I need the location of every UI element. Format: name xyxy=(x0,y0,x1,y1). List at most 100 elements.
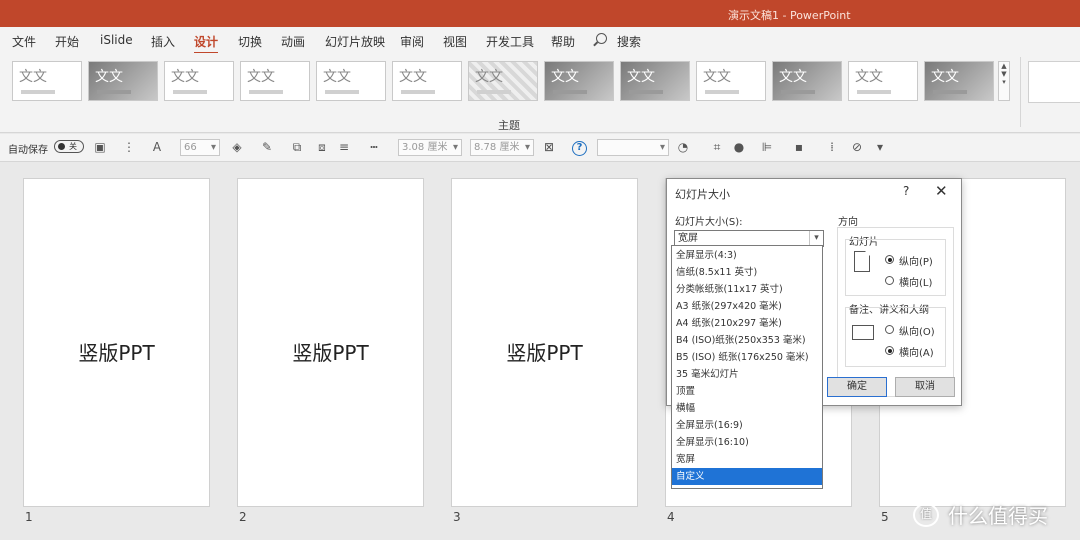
tab-developer[interactable]: 开发工具 xyxy=(486,33,534,50)
pen-icon[interactable]: ✎ xyxy=(260,140,274,154)
tab-review[interactable]: 审阅 xyxy=(400,33,424,50)
crop-size-icon[interactable]: ⊠ xyxy=(542,140,556,154)
dash-icon[interactable]: ┅ xyxy=(367,140,381,154)
align-icon[interactable]: ⊫ xyxy=(760,140,774,154)
effects-icon[interactable]: ● xyxy=(732,140,746,154)
dropdown-option[interactable]: 顶置 xyxy=(672,383,822,400)
notes-landscape-radio[interactable] xyxy=(885,346,894,355)
theme-thumbnail[interactable]: 文文 xyxy=(772,61,842,101)
width-field[interactable]: 3.08 厘米 xyxy=(398,139,462,156)
tab-search[interactable]: 搜索 xyxy=(617,33,641,50)
no-fill-icon[interactable]: ⊘ xyxy=(850,140,864,154)
fill-icon[interactable]: ◈ xyxy=(230,140,244,154)
theme-sample-text: 文文 xyxy=(475,69,503,85)
theme-thumbnail[interactable]: 文文 xyxy=(316,61,386,101)
theme-bar xyxy=(857,90,891,94)
tab-home[interactable]: 开始 xyxy=(55,33,79,50)
tab-file[interactable]: 文件 xyxy=(12,33,36,50)
ok-button[interactable]: 确定 xyxy=(827,377,887,397)
ribbon-tabs: 文件 开始 iSlide 插入 设计 切换 动画 幻灯片放映 审阅 视图 开发工… xyxy=(0,27,1080,55)
theme-thumbnail[interactable]: 文文 xyxy=(240,61,310,101)
font-color-icon[interactable]: A xyxy=(150,140,164,154)
height-field[interactable]: 8.78 厘米 xyxy=(470,139,534,156)
dropdown-option[interactable]: 分类帐纸张(11x17 英寸) xyxy=(672,281,822,298)
dropdown-option[interactable]: 横幅 xyxy=(672,400,822,417)
close-icon[interactable]: ✕ xyxy=(935,182,948,200)
line-weight-icon[interactable]: ≡ xyxy=(337,140,351,154)
theme-thumbnail[interactable]: 文文 xyxy=(468,61,538,101)
autosave-toggle[interactable]: 关 xyxy=(54,140,84,153)
dropdown-option[interactable]: 全屏显示(4:3) xyxy=(672,247,822,264)
dropdown-option[interactable]: A3 纸张(297x420 毫米) xyxy=(672,298,822,315)
dropdown-option[interactable]: 信纸(8.5x11 英寸) xyxy=(672,264,822,281)
layout-icon[interactable]: ▣ xyxy=(93,140,107,154)
style-select[interactable] xyxy=(597,139,669,156)
group-icon[interactable]: ⧈ xyxy=(315,140,329,154)
theme-sample-text: 文文 xyxy=(95,69,123,85)
theme-thumbnail[interactable]: 文文 xyxy=(88,61,158,101)
notes-landscape-label: 横向(A) xyxy=(899,348,934,359)
dropdown-option[interactable]: 宽屏 xyxy=(672,451,822,468)
help-icon[interactable]: ? xyxy=(572,141,587,156)
notes-portrait-radio[interactable] xyxy=(885,325,894,334)
dropdown-option[interactable]: B5 (ISO) 纸张(176x250 毫米) xyxy=(672,349,822,366)
shadow-icon[interactable]: ▪ xyxy=(792,140,806,154)
dropdown-option-selected[interactable]: 自定义 xyxy=(672,468,822,485)
theme-thumbnail[interactable]: 文文 xyxy=(848,61,918,101)
tab-design[interactable]: 设计 xyxy=(194,33,219,55)
theme-thumbnail[interactable]: 文文 xyxy=(696,61,766,101)
crop-icon[interactable]: ⌗ xyxy=(710,140,724,154)
gallery-scroll-buttons[interactable]: ▲ ▼ ▾ xyxy=(998,61,1010,101)
theme-sample-text: 文文 xyxy=(855,69,883,85)
dialog-title: 幻灯片大小 xyxy=(675,188,730,201)
tab-insert[interactable]: 插入 xyxy=(151,33,175,50)
variants-gallery[interactable] xyxy=(1028,61,1080,103)
tab-transitions[interactable]: 切换 xyxy=(238,33,262,50)
chevron-down-icon[interactable]: ▾ xyxy=(809,231,823,246)
theme-thumbnail[interactable]: 文文 xyxy=(392,61,462,101)
arrange-icon[interactable]: ⧉ xyxy=(290,140,304,154)
shape-icon[interactable]: ◔ xyxy=(676,140,690,154)
slide-thumbnail[interactable]: 竖版PPT xyxy=(23,178,210,507)
theme-bar xyxy=(401,90,435,94)
tab-slideshow[interactable]: 幻灯片放映 xyxy=(325,33,385,50)
dropdown-option[interactable]: 35 毫米幻灯片 xyxy=(672,366,822,383)
slide-number: 2 xyxy=(239,510,247,524)
font-size-select[interactable]: 66 xyxy=(180,139,220,156)
themes-group-label: 主题 xyxy=(498,119,520,132)
search-icon[interactable] xyxy=(596,33,607,44)
theme-bar xyxy=(97,90,131,94)
watermark-logo: 值 xyxy=(913,503,939,527)
slide-thumbnail[interactable]: 竖版PPT xyxy=(237,178,424,507)
tab-animations[interactable]: 动画 xyxy=(281,33,305,50)
theme-thumbnail[interactable]: 文文 xyxy=(544,61,614,101)
dropdown-option[interactable]: B4 (ISO)纸张(250x353 毫米) xyxy=(672,332,822,349)
notes-portrait-label: 纵向(O) xyxy=(899,327,935,338)
autosave-label: 自动保存 xyxy=(8,145,48,156)
theme-bar xyxy=(325,90,359,94)
theme-thumbnail[interactable]: 文文 xyxy=(164,61,234,101)
theme-sample-text: 文文 xyxy=(703,69,731,85)
tab-help[interactable]: 帮助 xyxy=(551,33,575,50)
theme-thumbnail[interactable]: 文文 xyxy=(924,61,994,101)
tab-view[interactable]: 视图 xyxy=(443,33,467,50)
slide-thumbnail[interactable]: 竖版PPT xyxy=(451,178,638,507)
dropdown-option[interactable]: 全屏显示(16:10) xyxy=(672,434,822,451)
dialog-help-button[interactable]: ? xyxy=(903,184,909,198)
theme-sample-text: 文文 xyxy=(247,69,275,85)
theme-thumbnail[interactable]: 文文 xyxy=(620,61,690,101)
customize-icon[interactable]: ▾ xyxy=(873,140,887,154)
dropdown-option[interactable]: 全屏显示(16:9) xyxy=(672,417,822,434)
dropdown-option[interactable]: A4 纸张(210x297 毫米) xyxy=(672,315,822,332)
theme-bar xyxy=(933,90,967,94)
slide-portrait-radio[interactable] xyxy=(885,255,894,264)
theme-thumbnail[interactable]: 文文 xyxy=(12,61,82,101)
theme-sample-text: 文文 xyxy=(171,69,199,85)
grid-icon[interactable]: ⁞ xyxy=(825,140,839,154)
cancel-button[interactable]: 取消 xyxy=(895,377,955,397)
slide-landscape-radio[interactable] xyxy=(885,276,894,285)
tab-islide[interactable]: iSlide xyxy=(100,33,133,47)
slide-size-value: 宽屏 xyxy=(678,233,698,244)
format-icon[interactable]: ⋮ xyxy=(122,140,136,154)
theme-bar xyxy=(173,90,207,94)
